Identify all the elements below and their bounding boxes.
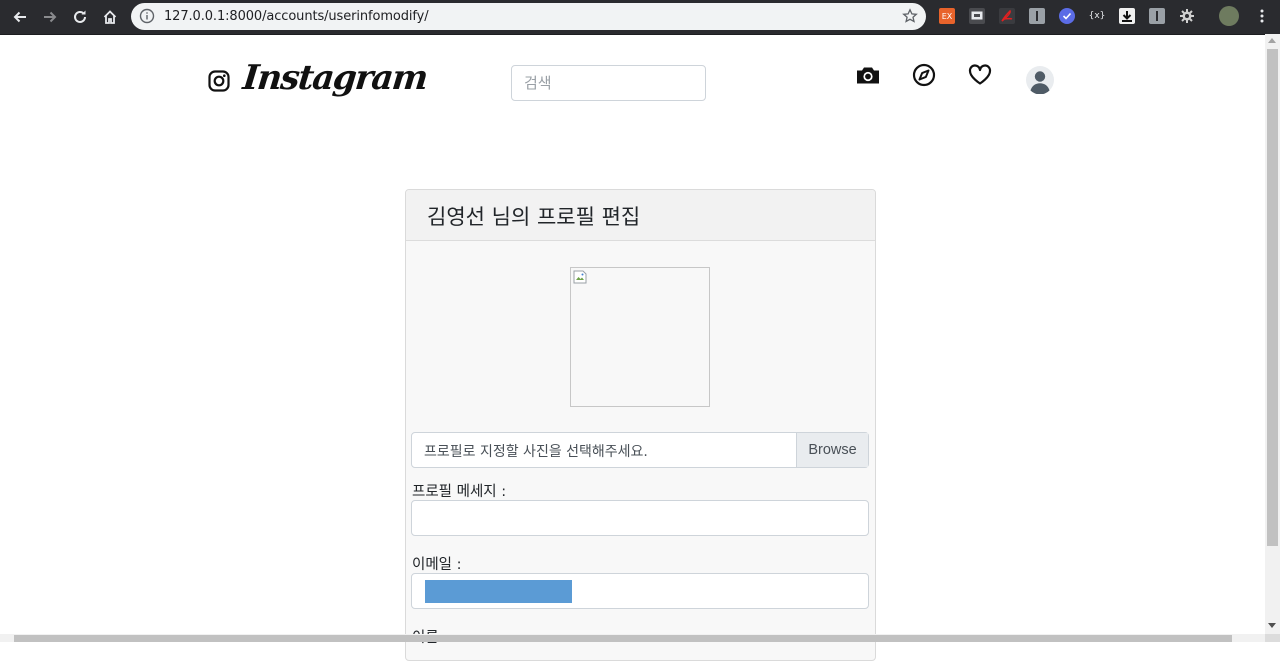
extension-ex-icon[interactable]: EX xyxy=(939,8,955,24)
instagram-logo-icon[interactable] xyxy=(207,69,231,93)
horizontal-scrollbar[interactable] xyxy=(0,634,1265,642)
user-avatar-icon[interactable] xyxy=(1026,66,1054,94)
heart-icon[interactable] xyxy=(967,62,993,88)
vertical-scrollbar[interactable] xyxy=(1265,34,1280,634)
file-input-label: 프로필로 지정할 사진을 선택해주세요. xyxy=(424,444,648,460)
forward-button[interactable] xyxy=(38,5,62,29)
browser-menu-icon[interactable] xyxy=(1255,8,1269,24)
extension-braces-icon[interactable]: {x} xyxy=(1089,8,1106,24)
search-input[interactable] xyxy=(511,65,706,101)
forward-arrow-icon xyxy=(44,11,57,23)
vertical-scroll-thumb[interactable] xyxy=(1267,49,1278,546)
extension-gray-icon[interactable] xyxy=(1029,8,1045,24)
scroll-up-arrow-icon[interactable] xyxy=(1268,38,1276,43)
profile-edit-card: 김영선 님의 프로필 편집 프로필로 지정할 사진을 선택해주세요. Brows… xyxy=(405,189,876,661)
redacted-email-value xyxy=(425,580,572,603)
extension-check-icon[interactable] xyxy=(1059,8,1075,24)
extension-pdf-icon[interactable] xyxy=(999,8,1015,24)
url-text: 127.0.0.1:8000/accounts/userinfomodify/ xyxy=(164,9,429,24)
browse-button[interactable]: Browse xyxy=(796,433,868,467)
bookmark-star-icon[interactable] xyxy=(902,8,918,24)
extension-gear-icon[interactable] xyxy=(1179,8,1195,24)
back-arrow-icon xyxy=(13,11,26,23)
profile-photo-file-input[interactable]: 프로필로 지정할 사진을 선택해주세요. Browse xyxy=(411,432,869,468)
extension-screen-icon[interactable] xyxy=(969,8,985,24)
back-button[interactable] xyxy=(8,5,32,29)
address-bar[interactable]: 127.0.0.1:8000/accounts/userinfomodify/ xyxy=(131,3,926,30)
extension-download-icon[interactable] xyxy=(1119,8,1135,24)
horizontal-scroll-thumb[interactable] xyxy=(14,635,1232,642)
card-header: 김영선 님의 프로필 편집 xyxy=(406,190,875,241)
info-icon[interactable] xyxy=(139,8,155,24)
scroll-down-arrow-icon[interactable] xyxy=(1268,623,1276,628)
email-label: 이메일 : xyxy=(412,557,462,573)
reload-icon xyxy=(74,10,86,23)
profile-message-input[interactable] xyxy=(411,500,869,536)
scrollbar-corner xyxy=(1265,634,1280,642)
extension-gray2-icon[interactable] xyxy=(1149,8,1165,24)
camera-icon[interactable] xyxy=(855,62,881,88)
reload-button[interactable] xyxy=(68,5,92,29)
profile-image-preview xyxy=(570,267,710,407)
compass-explore-icon[interactable] xyxy=(911,62,937,88)
browser-toolbar: 127.0.0.1:8000/accounts/userinfomodify/ … xyxy=(0,0,1280,35)
broken-image-icon xyxy=(573,270,587,284)
brand-wordmark[interactable]: Instagram xyxy=(241,58,429,98)
profile-avatar-icon[interactable] xyxy=(1219,6,1239,26)
email-input[interactable] xyxy=(411,573,869,609)
page-title: 김영선 님의 프로필 편집 xyxy=(427,205,641,229)
message-label: 프로필 메세지 : xyxy=(412,484,507,500)
home-icon xyxy=(103,10,117,24)
home-button[interactable] xyxy=(98,5,122,29)
